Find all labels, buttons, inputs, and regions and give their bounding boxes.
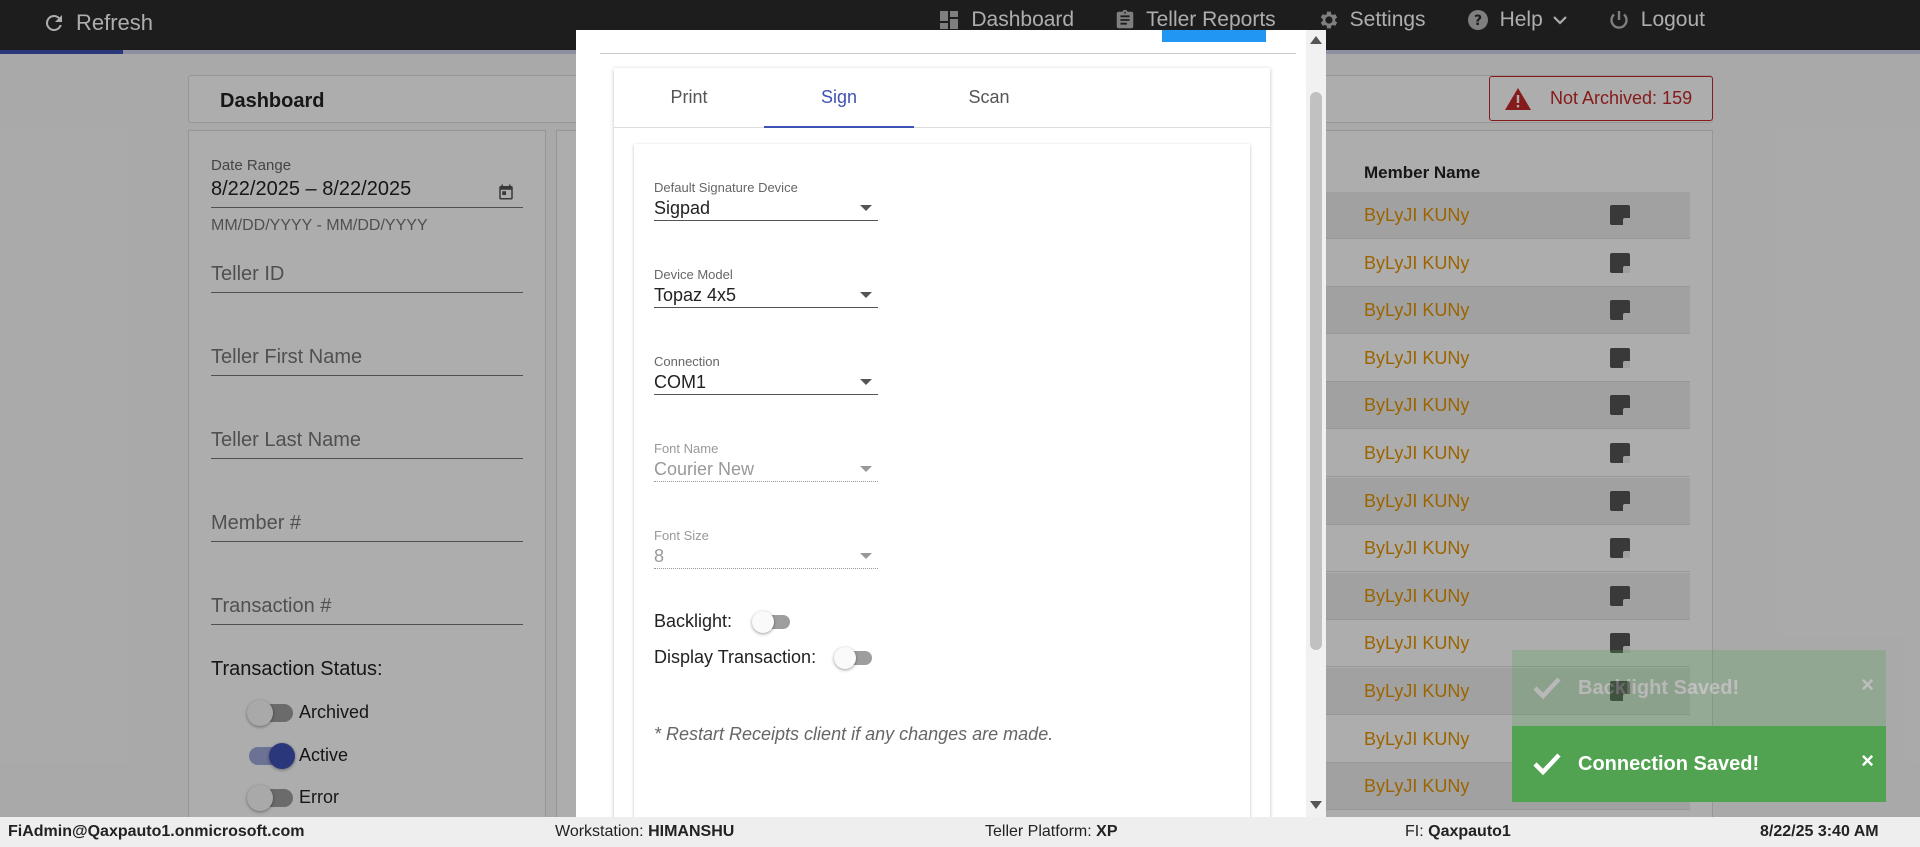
- fi-label: FI:: [1405, 823, 1424, 840]
- checkmark-icon: [1533, 753, 1561, 776]
- device-model-value: Topaz 4x5: [654, 285, 737, 305]
- dropdown-arrow-icon: [860, 379, 872, 385]
- connection-select[interactable]: Connection COM1: [654, 354, 878, 395]
- display-transaction-label: Display Transaction:: [654, 647, 817, 667]
- device-model-label: Device Model: [654, 267, 733, 282]
- status-bar: FiAdmin@Qaxpauto1.onmicrosoft.com Workst…: [0, 817, 1920, 847]
- status-datetime: 8/22/25 3:40 AM: [1760, 823, 1879, 840]
- display-transaction-switch[interactable]: [834, 646, 873, 669]
- backlight-toggle-row: Backlight:: [654, 610, 791, 633]
- close-icon[interactable]: ×: [1861, 672, 1874, 698]
- workstation-value: HIMANSHU: [648, 823, 735, 840]
- signature-device-select[interactable]: Default Signature Device Sigpad: [654, 180, 878, 221]
- status-platform: Teller Platform: XP: [985, 823, 1118, 841]
- status-fi: FI: Qaxpauto1: [1405, 823, 1511, 841]
- tab-bar: Print Sign Scan: [614, 68, 1270, 128]
- backlight-switch[interactable]: [752, 610, 791, 633]
- checkmark-icon: [1533, 677, 1561, 700]
- device-settings-dialog: Print Sign Scan Default Signature Device…: [576, 30, 1326, 817]
- status-workstation: Workstation: HIMANSHU: [555, 823, 734, 841]
- platform-label: Teller Platform:: [985, 823, 1092, 840]
- toast-message: Backlight Saved!: [1578, 676, 1740, 699]
- font-name-label: Font Name: [654, 441, 719, 456]
- font-name-select: Font Name Courier New: [654, 441, 878, 482]
- device-model-select[interactable]: Device Model Topaz 4x5: [654, 267, 878, 308]
- dropdown-arrow-icon: [860, 292, 872, 298]
- backlight-label: Backlight:: [654, 611, 733, 631]
- tab-sign[interactable]: Sign: [764, 68, 914, 128]
- connection-value: COM1: [654, 372, 707, 392]
- restart-note: * Restart Receipts client if any changes…: [654, 724, 1054, 744]
- dropdown-arrow-icon: [860, 205, 872, 211]
- font-size-value: 8: [654, 546, 665, 566]
- toast-message: Connection Saved!: [1578, 752, 1760, 775]
- connection-label: Connection: [654, 354, 720, 369]
- scroll-up-arrow-icon[interactable]: [1310, 36, 1322, 44]
- close-icon[interactable]: ×: [1861, 748, 1874, 774]
- status-user: FiAdmin@Qaxpauto1.onmicrosoft.com: [8, 823, 305, 840]
- fi-value: Qaxpauto1: [1428, 823, 1511, 840]
- font-name-value: Courier New: [654, 459, 755, 479]
- modal-top-section: [600, 30, 1296, 54]
- scroll-thumb[interactable]: [1310, 92, 1322, 650]
- font-size-select: Font Size 8: [654, 528, 878, 569]
- font-size-label: Font Size: [654, 528, 709, 543]
- signature-device-value: Sigpad: [654, 198, 711, 218]
- display-transaction-toggle-row: Display Transaction:: [654, 646, 873, 669]
- scroll-down-arrow-icon[interactable]: [1310, 801, 1322, 809]
- toast-connection-saved[interactable]: Connection Saved! ×: [1512, 726, 1886, 802]
- dropdown-arrow-icon: [860, 466, 872, 472]
- platform-value: XP: [1096, 823, 1118, 840]
- modal-scrollbar[interactable]: [1306, 30, 1326, 817]
- modal-primary-button[interactable]: [1162, 30, 1266, 42]
- workstation-label: Workstation:: [555, 823, 644, 840]
- sign-settings-panel: Default Signature Device Sigpad Device M…: [634, 144, 1250, 817]
- settings-card: Print Sign Scan Default Signature Device…: [614, 68, 1270, 817]
- tab-print[interactable]: Print: [614, 68, 764, 128]
- signature-device-label: Default Signature Device: [654, 180, 798, 195]
- dropdown-arrow-icon: [860, 553, 872, 559]
- toast-backlight-saved[interactable]: Backlight Saved! ×: [1512, 650, 1886, 726]
- tab-scan[interactable]: Scan: [914, 68, 1064, 128]
